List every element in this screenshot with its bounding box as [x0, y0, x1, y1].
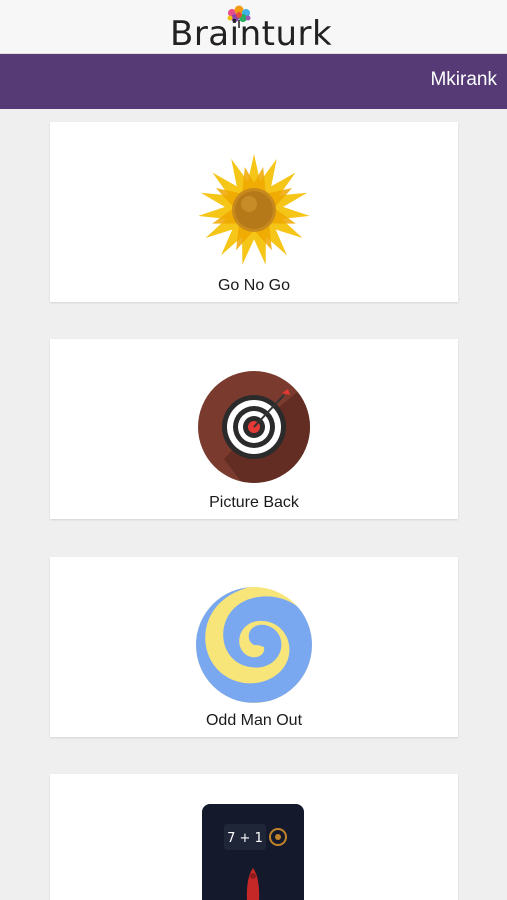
swirl-icon [196, 587, 312, 703]
game-label: Go No Go [217, 277, 291, 294]
target-icon [198, 371, 310, 483]
game-card-odd-man-out[interactable]: Odd Man Out [50, 557, 458, 737]
brainturk-logo[interactable]: Brainturk [170, 5, 340, 54]
math-expression: 7 + 1 [227, 831, 263, 846]
math-game-icon: 7 + 1 [202, 804, 304, 900]
game-list: Go No Go Picture Back Odd Man Out 7 + 1 [0, 109, 507, 900]
top-navbar: Mkirank [0, 54, 507, 109]
logo-text: Brainturk [170, 14, 333, 54]
app-header: Brainturk [0, 0, 507, 54]
sunflower-icon [198, 154, 310, 265]
game-card-math[interactable]: 7 + 1 [50, 774, 458, 900]
username-link[interactable]: Mkirank [430, 67, 497, 93]
game-card-go-no-go[interactable]: Go No Go [50, 122, 458, 302]
game-label: Picture Back [209, 494, 299, 511]
game-label: Odd Man Out [205, 712, 303, 729]
game-card-picture-back[interactable]: Picture Back [50, 339, 458, 519]
